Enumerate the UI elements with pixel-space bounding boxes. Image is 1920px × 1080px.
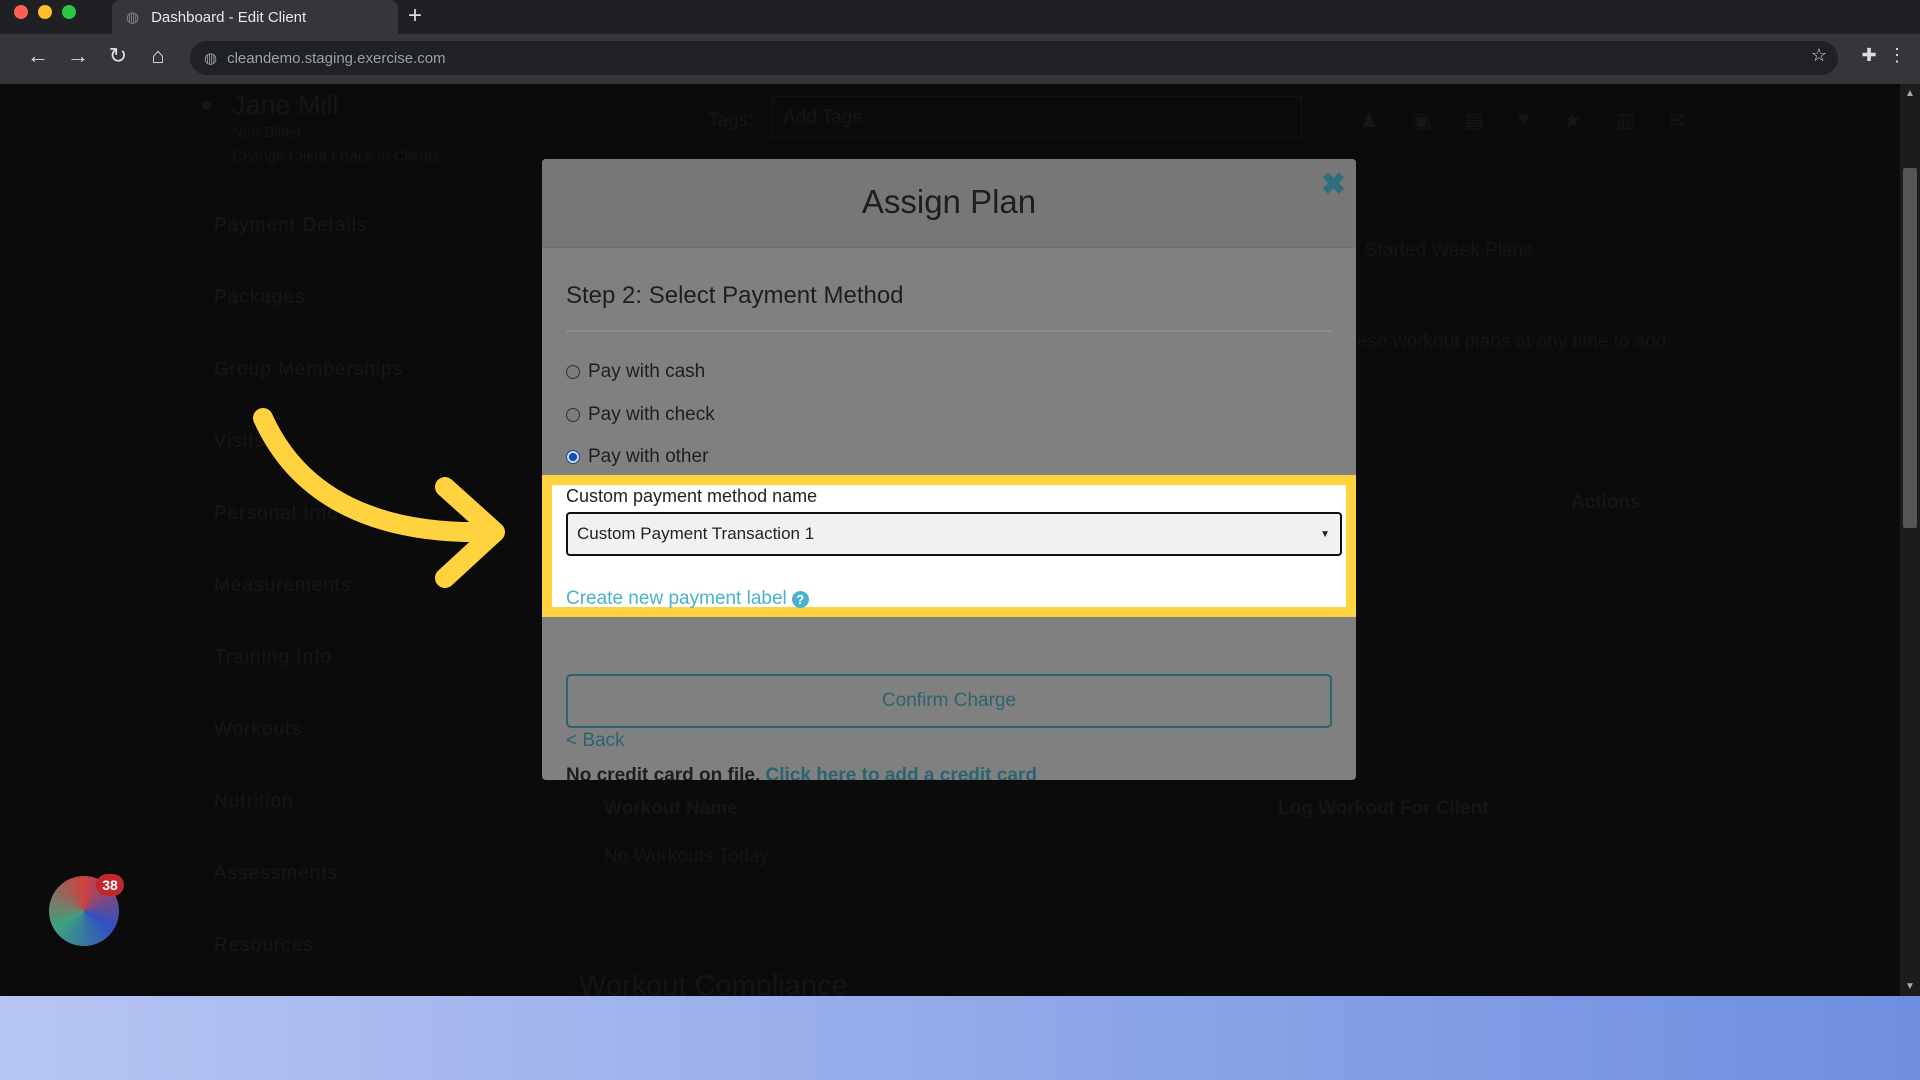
notification-badge: 38 [96, 874, 124, 896]
arrow-shaft [253, 408, 500, 543]
arrow-annotation [253, 408, 505, 588]
bottom-gradient-band [0, 996, 1920, 1080]
